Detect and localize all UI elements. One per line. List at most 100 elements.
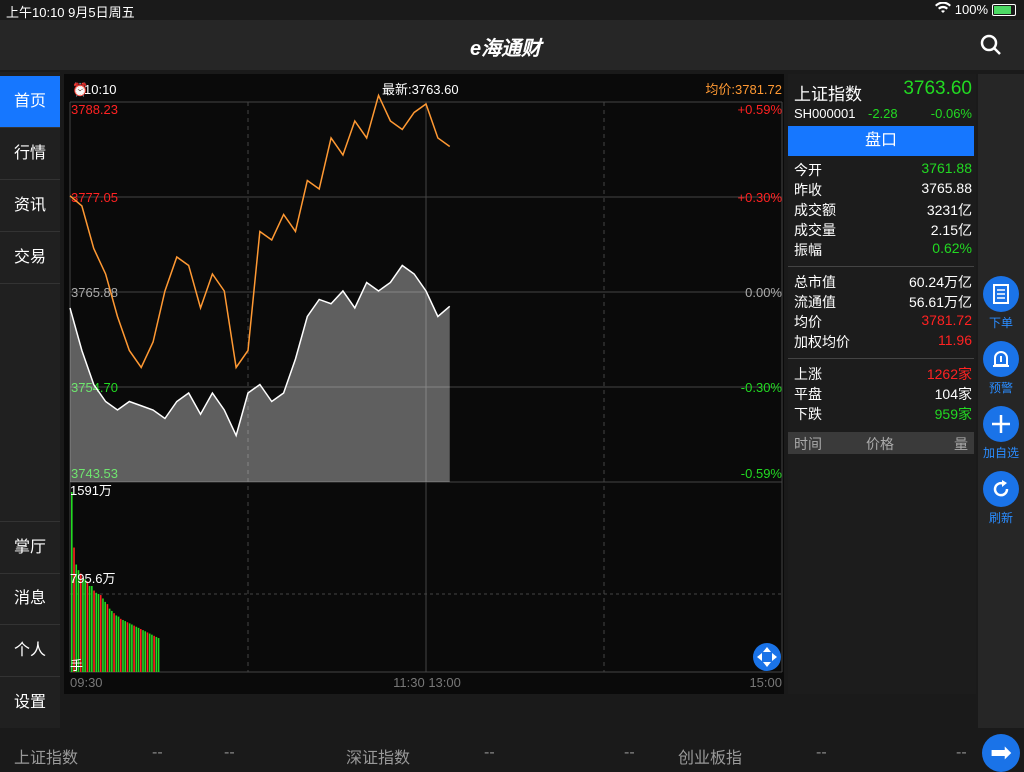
app-logo: e海通财 bbox=[470, 38, 542, 60]
order-button[interactable]: 下单 bbox=[981, 276, 1021, 331]
alarm-icon bbox=[983, 341, 1019, 377]
row-open: 今开 3761.88 bbox=[794, 160, 972, 178]
row-turnover: 成交额 3231亿 bbox=[794, 202, 972, 218]
add-watchlist-label: 加自选 bbox=[982, 446, 1019, 460]
volume-unit-label: 手 bbox=[70, 658, 83, 673]
sidebar-item-news[interactable]: 资讯 bbox=[0, 180, 60, 232]
row-volume: 成交量 2.15亿 bbox=[794, 222, 972, 238]
ticker-sh-name[interactable]: 上证指数 bbox=[14, 744, 78, 768]
volume-bar bbox=[95, 592, 98, 672]
sidebar-item-messages[interactable]: 消息 bbox=[0, 573, 60, 625]
y-axis-label: 3788.23 bbox=[71, 102, 118, 117]
arrow-right-icon[interactable]: ➡ bbox=[982, 734, 1020, 772]
x-label-close: 15:00 bbox=[749, 675, 782, 690]
sidebar-item-settings[interactable]: 设置 bbox=[0, 677, 60, 728]
row-unchanged: 平盘 104家 bbox=[794, 386, 972, 402]
volume-bar bbox=[133, 625, 135, 672]
index-code: SH000001 bbox=[794, 106, 856, 121]
refresh-label: 刷新 bbox=[988, 511, 1013, 525]
volume-max-label: 1591万 bbox=[70, 483, 112, 498]
order-icon bbox=[983, 276, 1019, 312]
volume-bar bbox=[157, 638, 160, 672]
chart-svg: ⏰ 10:10 最新:3763.60 均价:3781.72 3788.23377… bbox=[69, 81, 783, 690]
volume-bar bbox=[88, 586, 91, 672]
refresh-icon bbox=[983, 471, 1019, 507]
index-price: 3763.60 bbox=[903, 78, 972, 99]
volume-bar bbox=[113, 613, 115, 672]
row-avg-price: 均价 3781.72 bbox=[794, 312, 972, 330]
row-advancers: 上涨 1262家 bbox=[794, 366, 972, 382]
col-time: 时间 bbox=[794, 436, 822, 452]
volume-bar bbox=[131, 624, 133, 672]
index-ticker-bar: 上证指数 -- -- 深证指数 -- -- 创业板指 -- -- ➡ bbox=[0, 734, 1024, 772]
volume-bar bbox=[86, 581, 89, 672]
index-name: 上证指数 bbox=[794, 85, 862, 104]
status-time-date: 上午10:10 9月5日周五 bbox=[6, 5, 135, 20]
ticker-sh-price: -- bbox=[152, 744, 163, 761]
row-weighted-avg: 加权均价 11.96 bbox=[794, 332, 972, 350]
volume-bar bbox=[146, 632, 149, 672]
search-icon[interactable] bbox=[980, 34, 1002, 56]
row-market-cap: 总市值 60.24万亿 bbox=[794, 274, 972, 290]
volume-bar bbox=[139, 629, 142, 672]
refresh-button[interactable]: 刷新 bbox=[981, 471, 1021, 526]
volume-bar bbox=[128, 623, 131, 672]
order-label: 下单 bbox=[988, 316, 1013, 330]
chart-latest: 最新:3763.60 bbox=[382, 82, 459, 97]
sidebar-item-home[interactable]: 首页 bbox=[0, 76, 60, 128]
intraday-chart[interactable]: ⏰ 10:10 最新:3763.60 均价:3781.72 3788.23 377… bbox=[64, 74, 784, 694]
volume-bar bbox=[93, 590, 95, 672]
row-float-cap: 流通值 56.61万亿 bbox=[794, 294, 972, 310]
ticker-sz-change: -- bbox=[624, 744, 635, 761]
row-prev-close: 昨收 3765.88 bbox=[794, 180, 972, 198]
add-watchlist-button[interactable]: 加自选 bbox=[981, 406, 1021, 461]
ticker-cyb-name[interactable]: 创业板指 bbox=[678, 744, 742, 768]
y-axis-pct-label: -0.59% bbox=[741, 466, 783, 481]
ticker-sz-price: -- bbox=[484, 744, 495, 761]
y-axis-pct-label: +0.30% bbox=[738, 190, 783, 205]
volume-bar bbox=[119, 618, 122, 672]
volume-bar bbox=[102, 598, 104, 672]
volume-bar bbox=[148, 633, 151, 672]
action-bar: 下单 预警 加自选 刷新 bbox=[978, 74, 1024, 728]
volume-bar bbox=[135, 626, 138, 672]
alert-button[interactable]: 预警 bbox=[981, 341, 1021, 396]
volume-bar bbox=[99, 595, 102, 672]
volume-bar bbox=[137, 627, 140, 672]
x-label-open: 09:30 bbox=[70, 675, 103, 690]
volume-bar bbox=[155, 636, 158, 672]
status-bar: 上午10:10 9月5日周五 100% bbox=[0, 0, 1024, 20]
expand-icon[interactable] bbox=[753, 643, 781, 671]
sidebar-item-personal[interactable]: 个人 bbox=[0, 625, 60, 677]
quote-panel: 上证指数 3763.60 SH000001 -2.28 -0.06% 盘口 今开… bbox=[788, 74, 976, 694]
divider bbox=[788, 266, 974, 267]
sidebar-item-trade[interactable]: 交易 bbox=[0, 232, 60, 284]
sidebar-item-hall[interactable]: 掌厅 bbox=[0, 521, 60, 574]
price-area bbox=[70, 265, 450, 482]
volume-bar bbox=[73, 547, 75, 672]
volume-bar bbox=[117, 616, 120, 672]
sidebar: 首页 行情 资讯 交易 掌厅 消息 个人 设置 bbox=[0, 72, 60, 728]
alert-label: 预警 bbox=[988, 381, 1013, 395]
row-decliners: 下跌 959家 bbox=[794, 406, 972, 422]
ticker-sz-name[interactable]: 深证指数 bbox=[346, 744, 410, 768]
chart-time: 10:10 bbox=[84, 82, 117, 97]
divider bbox=[788, 358, 974, 359]
index-change: -2.28 bbox=[868, 106, 898, 121]
pankou-tab[interactable]: 盘口 bbox=[788, 126, 974, 156]
x-label-midday: 11:30 13:00 bbox=[393, 675, 461, 690]
ticker-cyb-change: -- bbox=[956, 744, 967, 761]
volume-bar bbox=[111, 610, 113, 672]
volume-bar bbox=[124, 621, 126, 672]
volume-bar bbox=[153, 635, 155, 672]
volume-bar bbox=[97, 593, 100, 672]
volume-bar bbox=[84, 579, 86, 672]
ticker-cyb-price: -- bbox=[816, 744, 827, 761]
sidebar-item-market[interactable]: 行情 bbox=[0, 128, 60, 180]
volume-bar bbox=[122, 619, 124, 672]
y-axis-pct-label: -0.30% bbox=[741, 380, 783, 395]
ticker-sh-change: -- bbox=[224, 744, 235, 761]
trade-table-header: 时间 价格 量 bbox=[788, 432, 974, 454]
y-axis-pct-label: 0.00% bbox=[745, 285, 782, 300]
row-amplitude: 振幅 0.62% bbox=[794, 240, 972, 258]
